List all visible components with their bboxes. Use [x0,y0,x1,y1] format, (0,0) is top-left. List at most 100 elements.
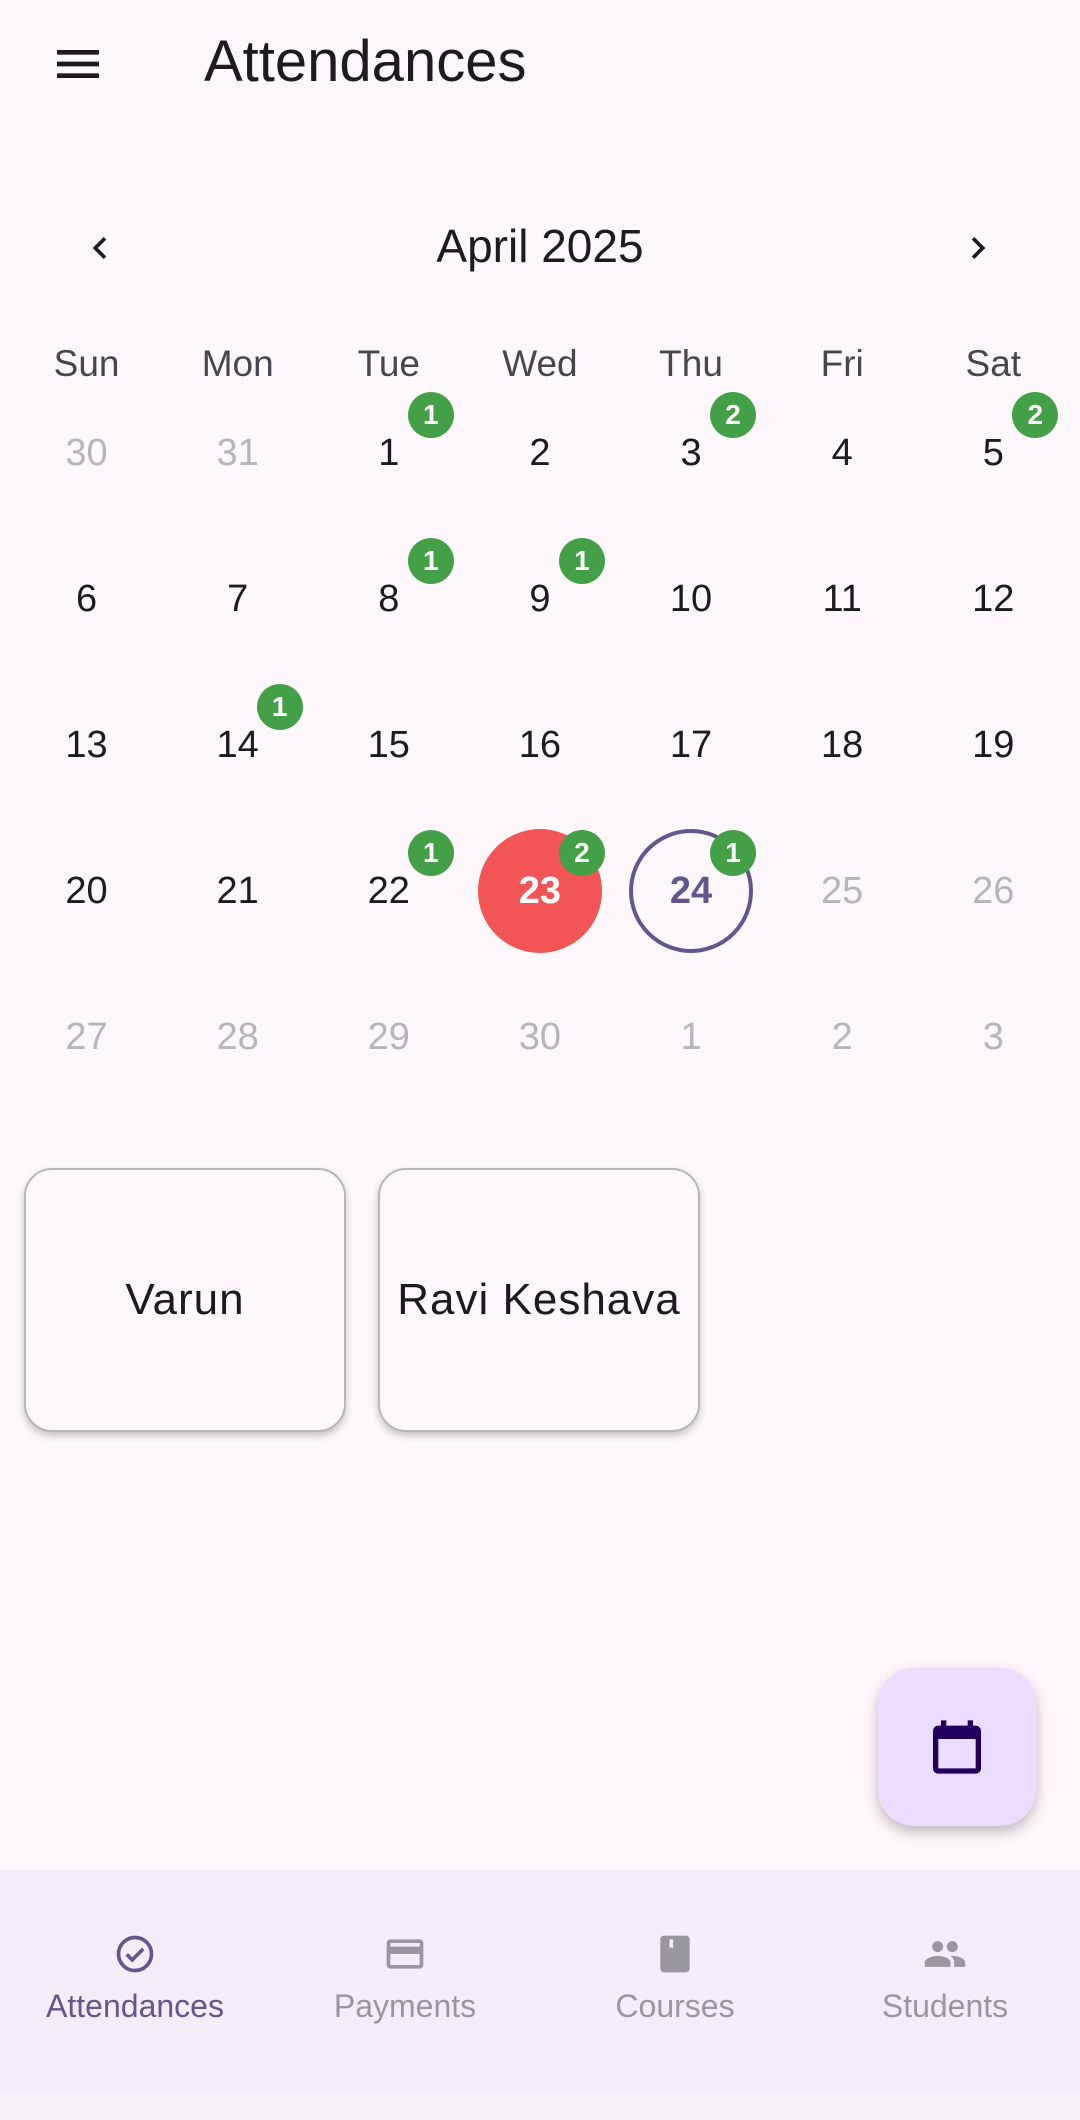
calendar-day-cell[interactable]: 52 [918,380,1069,526]
month-title: April 2025 [436,220,644,272]
calendar-day: 27 [65,1015,108,1058]
calendar-day-cell[interactable]: 29 [313,964,464,1110]
nav-label: Attendances [46,1988,224,2024]
calendar-day: 28 [216,1015,259,1058]
student-card-list: Varun Ravi Keshava [24,1168,700,1432]
nav-item-payments[interactable]: Payments [270,1870,540,2094]
student-card[interactable]: Varun [24,1168,346,1432]
calendar-day-cell[interactable]: 3 [918,964,1069,1110]
calendar-day: 29 [367,1015,410,1058]
calendar-header: April 2025 [0,200,1080,290]
calendar-day-cell[interactable]: 32 [616,380,767,526]
calendar-week-row: 20 21 22 1 23 2 24 1 25 26 [11,818,1069,964]
chevron-right-icon [971,237,986,259]
calendar-day-cell[interactable]: 30 [464,964,615,1110]
attendance-count-badge: 1 [407,830,454,876]
calendar-day-cell[interactable]: 24 1 [616,818,767,964]
calendar-day: 11 [822,577,862,620]
attendance-count-badge: 1 [407,392,454,438]
calendar-day-cell[interactable]: 27 [11,964,162,1110]
calendar-day: 26 [972,869,1015,912]
calendar-day-cell[interactable]: 23 2 [464,818,615,964]
calendar-day: 20 [65,869,108,912]
calendar-day-cell[interactable]: 31 [162,380,313,526]
calendar-day-cell[interactable]: 28 [162,964,313,1110]
calendar-day: 7 [227,577,249,620]
calendar-day: 30 [518,1015,562,1058]
calendar-day: 15 [367,723,410,766]
student-card[interactable]: Ravi Keshava [378,1168,700,1432]
nav-item-courses[interactable]: Courses [540,1870,810,2094]
calendar-day-cell[interactable]: 1 [616,964,767,1110]
attendance-count-badge: 1 [256,684,303,730]
calendar-day-cell[interactable]: 18 [767,672,918,818]
calendar-day-cell[interactable]: 26 [918,818,1069,964]
calendar-day: 12 [972,577,1015,620]
attendance-count-badge: 2 [558,830,605,876]
calendar-day-cell[interactable]: 11 [313,380,464,526]
check-circle-icon [116,1935,154,1973]
calendar-day: 16 [518,723,562,766]
calendar-grid: 30 31 1 1 2 3 2 4 5 2 6 7 8 1 9 1 10 11 12 13 14 1 15 16 17 18 19 2… [11,380,1069,1110]
attendance-count-badge: 2 [710,392,757,438]
calendar-day-cell[interactable]: 91 [464,526,615,672]
calendar-day-cell[interactable]: 7 [162,526,313,672]
calendar-day-cell[interactable]: 19 [918,672,1069,818]
calendar-day-cell[interactable]: 10 [616,526,767,672]
people-icon [924,1941,966,1967]
book-icon [660,1935,690,1973]
nav-item-attendances[interactable]: Attendances [0,1870,270,2094]
calendar-day: 30 [65,431,108,474]
calendar-day-cell[interactable]: 6 [11,526,162,672]
calendar-day: 2 [529,431,551,474]
calendar-day: 17 [669,723,713,766]
calendar-week-row: 27 28 29 30 1 2 3 [11,964,1069,1110]
calendar-day-cell[interactable]: 25 [767,818,918,964]
calendar-day: 3 [982,1015,1004,1058]
calendar-day-cell[interactable]: 21 [162,818,313,964]
bottom-navigation: Attendances Payments Courses Students [0,1870,1080,2094]
menu-icon [57,50,99,78]
nav-label: Students [881,1988,1009,2024]
calendar-day: 18 [821,723,864,766]
calendar-day-cell[interactable]: 14 1 [162,672,313,818]
calendar-icon [933,1720,981,1774]
calendar-week-row: 6 7 8 1 9 1 10 11 12 [11,526,1069,672]
attendance-count-badge: 1 [710,830,757,876]
calendar-day-cell[interactable]: 17 [616,672,767,818]
calendar-day-cell[interactable]: 2 [464,380,615,526]
calendar-day: 10 [669,577,713,620]
calendar-day: 4 [831,431,853,474]
nav-label: Payments [333,1988,477,2024]
calendar-week-row: 13 14 1 15 16 17 18 19 [11,672,1069,818]
calendar-fab-button[interactable] [878,1668,1036,1826]
app-bar: Attendances [0,0,1080,128]
calendar-day-cell[interactable]: 4 [767,380,918,526]
calendar-day-cell[interactable]: 22 1 [313,818,464,964]
calendar-day: 1 [680,1015,702,1058]
calendar-day-cell[interactable]: 13 [11,672,162,818]
nav-item-students[interactable]: Students [810,1870,1080,2094]
calendar-day: 6 [75,577,98,620]
attendance-count-badge: 2 [1012,392,1059,438]
attendance-count-badge: 1 [558,538,605,584]
calendar-week-row: 30 31 1 1 2 3 2 4 5 2 [11,380,1069,526]
next-month-button[interactable] [938,208,1018,288]
page-title: Attendances [204,29,527,94]
nav-label: Courses [615,1988,735,2024]
calendar-day: 25 [821,869,864,912]
calendar-day: 21 [216,869,259,912]
attendance-count-badge: 1 [407,538,454,584]
calendar-day-cell[interactable]: 11 [767,526,918,672]
calendar-day-cell[interactable]: 30 [11,380,162,526]
calendar-day-cell[interactable]: 16 [464,672,615,818]
calendar-day: 31 [216,431,259,474]
menu-button[interactable] [32,24,124,104]
calendar-day-cell[interactable]: 81 [313,526,464,672]
calendar-day: 19 [972,723,1015,766]
credit-card-icon [386,1939,424,1969]
calendar-day-cell[interactable]: 20 [11,818,162,964]
calendar-day-cell[interactable]: 12 [918,526,1069,672]
calendar-day-cell[interactable]: 2 [767,964,918,1110]
calendar-day-cell[interactable]: 15 [313,672,464,818]
